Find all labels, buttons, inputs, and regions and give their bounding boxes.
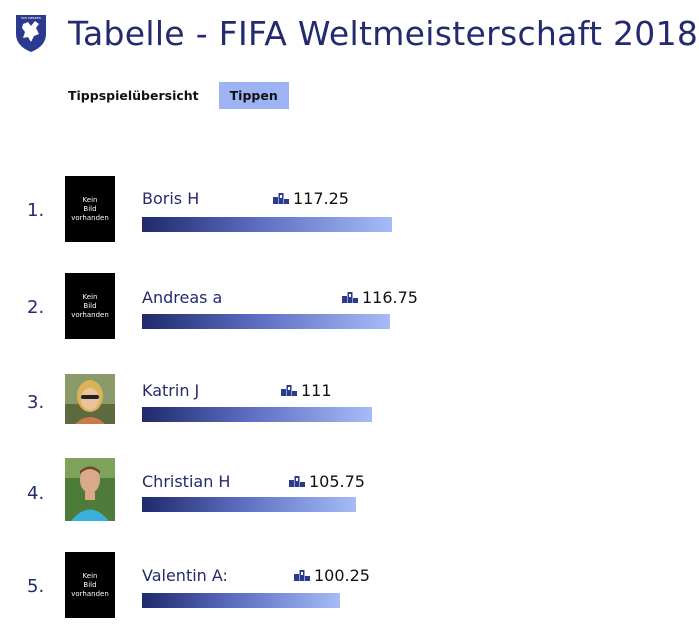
page-title: Tabelle - FIFA Weltmeisterschaft 2018: [68, 14, 699, 53]
points-value: 116.75: [362, 288, 418, 307]
avatar: Kein Bild vorhanden: [65, 273, 115, 339]
points-value: 100.25: [314, 566, 370, 585]
ranking-row: 4. Christian H 105.75: [0, 458, 699, 528]
avatar: [65, 458, 115, 521]
crest-icon: WW MERZEN: [14, 12, 48, 54]
ranking-row: 3. Katrin J 111: [0, 374, 699, 444]
points: 100.25: [294, 566, 370, 585]
points-bar: [142, 593, 340, 608]
rank-number: 2.: [27, 297, 45, 318]
points-bar: [142, 497, 356, 512]
rank-number: 4.: [27, 483, 45, 504]
rank-number: 3.: [27, 392, 45, 413]
ranking-row: 5. Kein Bild vorhanden Valentin A: 100.2…: [0, 552, 699, 622]
no-image-placeholder: Kein Bild vorhanden: [65, 273, 115, 339]
podium-icon: [294, 570, 310, 581]
points-bar: [142, 217, 392, 232]
player-name[interactable]: Andreas a: [142, 288, 222, 307]
points-value: 111: [301, 381, 332, 400]
nav-bar: Tippspielübersicht Tippen: [62, 82, 289, 109]
player-name[interactable]: Boris H: [142, 189, 202, 208]
avatar: [65, 374, 115, 424]
player-name[interactable]: Christian H: [142, 472, 232, 491]
person-photo-icon: [65, 374, 115, 424]
points-value: 117.25: [293, 189, 349, 208]
nav-tippen[interactable]: Tippen: [218, 82, 289, 109]
rank-number: 5.: [27, 576, 45, 597]
points: 117.25: [273, 189, 349, 208]
avatar: Kein Bild vorhanden: [65, 552, 115, 618]
logo-text: WW MERZEN: [21, 16, 41, 20]
no-image-placeholder: Kein Bild vorhanden: [65, 552, 115, 618]
ranking-row: 1. Kein Bild vorhanden Boris H 117.25: [0, 176, 699, 246]
podium-icon: [342, 292, 358, 303]
points-bar: [142, 314, 390, 329]
points: 111: [281, 381, 332, 400]
no-image-placeholder: Kein Bild vorhanden: [65, 176, 115, 242]
rank-number: 1.: [27, 200, 45, 221]
nav-tippspieluebersicht[interactable]: Tippspielübersicht: [62, 82, 205, 109]
player-name[interactable]: Valentin A:: [142, 566, 226, 585]
points: 116.75: [342, 288, 418, 307]
person-photo-icon: [65, 458, 115, 521]
points-value: 105.75: [309, 472, 365, 491]
avatar: Kein Bild vorhanden: [65, 176, 115, 242]
podium-icon: [281, 385, 297, 396]
points-bar: [142, 407, 372, 422]
player-name[interactable]: Katrin J: [142, 381, 204, 400]
podium-icon: [273, 193, 289, 204]
points: 105.75: [289, 472, 365, 491]
ranking-row: 2. Kein Bild vorhanden Andreas a 116.75: [0, 273, 699, 343]
podium-icon: [289, 476, 305, 487]
